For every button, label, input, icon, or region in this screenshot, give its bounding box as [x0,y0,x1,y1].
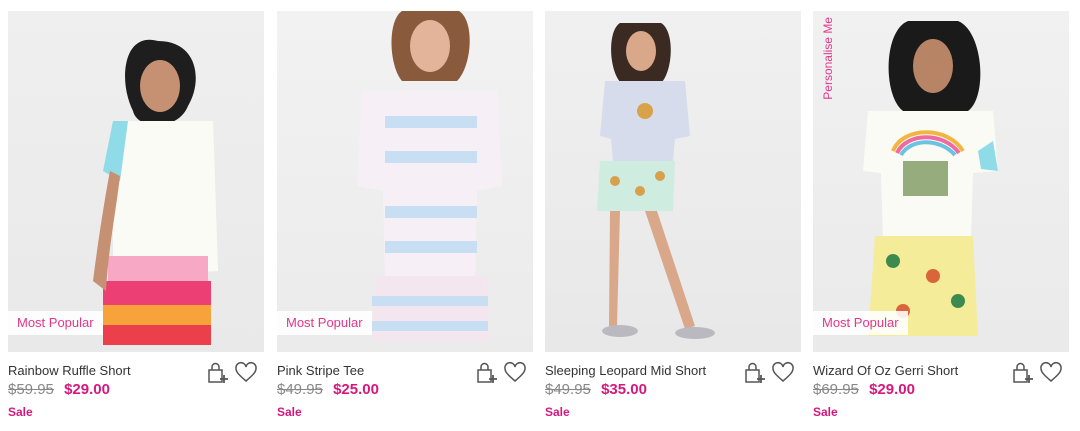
heart-icon [1039,361,1062,382]
product-image[interactable]: Most Popular [277,11,533,352]
bag-plus-icon [744,362,765,383]
product-actions [1009,360,1063,385]
sale-price: $25.00 [333,381,379,398]
sale-price: $35.00 [601,381,647,398]
wishlist-button[interactable] [1038,360,1063,385]
product-actions [741,360,795,385]
most-popular-badge: Most Popular [813,311,908,335]
product-card[interactable]: Personalise Me Most Popular Wizard Of Oz… [813,11,1069,422]
heart-icon [503,361,526,382]
sale-price: $29.00 [869,381,915,398]
bag-plus-icon [1012,362,1033,383]
product-name[interactable]: Rainbow Ruffle Short [8,363,131,378]
original-price: $59.95 [8,381,54,398]
product-image[interactable]: Personalise Me Most Popular [813,11,1069,352]
product-actions [204,360,258,385]
original-price: $49.95 [277,381,323,398]
product-name[interactable]: Sleeping Leopard Mid Short [545,363,706,378]
most-popular-badge: Most Popular [277,311,372,335]
add-to-bag-button[interactable] [473,360,498,385]
product-card[interactable]: Most Popular Rainbow Ruffle Short $59.95… [8,11,264,422]
add-to-bag-button[interactable] [204,360,229,385]
price-group: $59.95 $29.00 [8,381,110,398]
product-card[interactable]: Most Popular Pink Stripe Tee $49.95 $25.… [277,11,533,422]
original-price: $49.95 [545,381,591,398]
sale-label: Sale [8,405,33,419]
sale-label: Sale [545,405,570,419]
heart-icon [771,361,794,382]
price-group: $49.95 $25.00 [277,381,379,398]
sale-label: Sale [277,405,302,419]
original-price: $69.95 [813,381,859,398]
product-card[interactable]: Sleeping Leopard Mid Short $49.95 $35.00… [545,11,801,422]
add-to-bag-button[interactable] [1009,360,1034,385]
product-image[interactable]: Most Popular [8,11,264,352]
product-actions [473,360,527,385]
product-name[interactable]: Pink Stripe Tee [277,363,364,378]
price-group: $69.95 $29.00 [813,381,915,398]
price-group: $49.95 $35.00 [545,381,647,398]
wishlist-button[interactable] [770,360,795,385]
wishlist-button[interactable] [502,360,527,385]
add-to-bag-button[interactable] [741,360,766,385]
product-name[interactable]: Wizard Of Oz Gerri Short [813,363,958,378]
most-popular-badge: Most Popular [8,311,103,335]
bag-plus-icon [207,362,228,383]
wishlist-button[interactable] [233,360,258,385]
sale-price: $29.00 [64,381,110,398]
heart-icon [234,361,257,382]
sale-label: Sale [813,405,838,419]
personalise-me-label[interactable]: Personalise Me [821,17,835,100]
product-grid: Most Popular Rainbow Ruffle Short $59.95… [0,0,1080,431]
bag-plus-icon [476,362,497,383]
product-image[interactable] [545,11,801,352]
